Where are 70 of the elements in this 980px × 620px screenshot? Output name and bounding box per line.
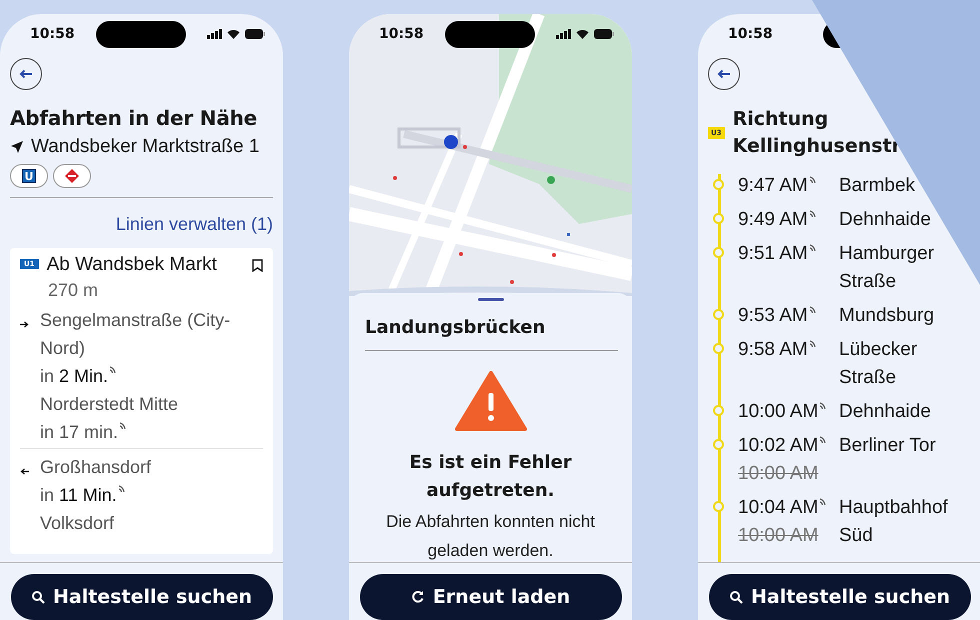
back-arrow-icon [19, 69, 33, 79]
direction-title: Richtung Kellinghusenstr [732, 107, 902, 159]
stop-distance: 270 m [48, 280, 100, 301]
error-message: Die Abfahrten konnten nicht geladen werden. [385, 511, 596, 562]
subway-filter-chip[interactable]: U [10, 164, 48, 188]
signal-icon [206, 29, 222, 39]
departure-time: in 17 min. [40, 422, 118, 442]
stop-marker [713, 343, 724, 354]
bus-filter-chip[interactable] [53, 164, 91, 188]
stop-name: Dehnhaide [839, 208, 932, 232]
refresh-icon [410, 590, 425, 604]
departure-time: 10:04 AM [738, 497, 818, 518]
page-title: Abfahrten in der Nähe [10, 106, 258, 130]
departure-time: in 11 Min. [40, 485, 117, 505]
departure-time: 9:58 AM [738, 339, 808, 360]
destination-name: Norderstedt Mitte [40, 393, 180, 416]
stop-name: Barmbek [839, 174, 916, 198]
departure-time: 10:00 AM [738, 401, 818, 422]
back-button[interactable] [10, 58, 42, 90]
location-text: Wandsbeker Marktstraße 1 [31, 136, 260, 158]
signal-icon [556, 29, 571, 39]
stop-marker [713, 439, 724, 450]
scheduled-time: 10:00 AM [738, 524, 820, 548]
destination-name: Volksdorf [40, 512, 116, 535]
search-stop-button[interactable]: Haltestelle suchen [10, 574, 272, 620]
station-title: Landungsbrücken [365, 317, 618, 351]
bus-stop-icon [65, 169, 79, 183]
stop-marker [713, 501, 724, 512]
back-arrow-icon [717, 69, 731, 79]
stop-name: Dehnhaide [839, 400, 932, 424]
arrow-right-icon [20, 321, 29, 328]
scheduled-time: 10:00 AM [738, 462, 820, 486]
sheet-handle[interactable] [478, 298, 504, 301]
departure-time: 9:49 AM [738, 209, 808, 230]
stop-name: Lübecker Straße [839, 338, 918, 390]
battery-icon [244, 29, 265, 39]
departure-time: 10:02 AM [738, 435, 818, 456]
status-time: 10:58 [728, 26, 773, 42]
stop-name: Mundsburg [839, 304, 936, 328]
search-icon [30, 590, 45, 604]
status-time: 10:58 [30, 26, 75, 42]
stop-name: Ab Wandsbek Markt [46, 254, 218, 276]
warning-icon [454, 371, 526, 433]
stop-name: Berliner Tor [839, 434, 937, 458]
status-time: 10:58 [379, 26, 424, 42]
stop-marker [713, 179, 724, 190]
destination-name: Großhansdorf [40, 456, 152, 479]
departure-time: 9:53 AM [738, 305, 808, 326]
bookmark-icon[interactable] [252, 258, 263, 272]
destination-name: Sengelmanstraße (City-Nord) [40, 309, 232, 360]
battery-icon [594, 29, 614, 39]
stop-name: Hauptbahhof Süd [839, 496, 949, 548]
location-arrow-icon [10, 140, 24, 154]
departure-time: 9:51 AM [738, 243, 808, 264]
back-button[interactable] [708, 58, 740, 90]
error-title: Es ist ein Fehler aufgetreten. [408, 451, 573, 503]
stop-marker [713, 309, 724, 320]
stop-marker [713, 213, 724, 224]
arrow-left-icon [20, 468, 29, 475]
search-icon [728, 590, 743, 604]
manage-lines-link[interactable]: Linien verwalten (1) [10, 214, 273, 235]
stop-marker [713, 405, 724, 416]
wifi-icon [576, 29, 589, 39]
wifi-icon [226, 29, 240, 39]
stop-marker [713, 247, 724, 258]
departure-time: in 2 Min. [40, 366, 108, 386]
departure-time: 9:47 AM [738, 175, 808, 196]
reload-button[interactable]: Erneut laden [360, 574, 622, 620]
search-stop-button[interactable]: Haltestelle suchen [708, 574, 970, 620]
stop-name: Hamburger Straße [839, 242, 936, 294]
